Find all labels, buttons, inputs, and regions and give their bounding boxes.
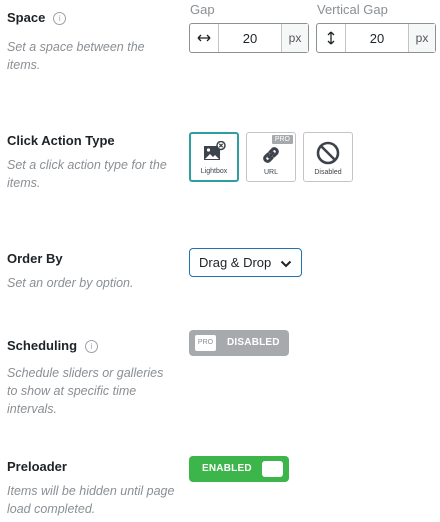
vertical-gap-input[interactable]: 20 px [316, 23, 436, 53]
order-by-selected: Drag & Drop [199, 255, 272, 270]
gap-unit: px [281, 24, 308, 52]
preloader-description: Items will be hidden until page load com… [7, 484, 175, 516]
vertical-arrows-icon [317, 24, 346, 52]
preloader-label: Preloader [7, 459, 67, 474]
space-label: Space i [7, 10, 67, 25]
preloader-state: ENABLED [202, 463, 252, 474]
preloader-toggle[interactable]: ENABLED [189, 456, 289, 482]
space-label-text: Space [7, 10, 46, 25]
scheduling-state: DISABLED [227, 337, 280, 348]
click-action-description: Set a click action type for the items. [7, 158, 167, 190]
toggle-knob [262, 461, 283, 477]
click-action-url[interactable]: PRO URL [246, 132, 296, 182]
vertical-gap-value[interactable]: 20 [346, 24, 408, 52]
click-action-disabled[interactable]: Disabled [303, 132, 353, 182]
vertical-gap-caption: Vertical Gap [317, 2, 388, 17]
order-by-label: Order By [7, 251, 63, 266]
link-icon [247, 144, 295, 166]
scheduling-label: Scheduling i [7, 338, 99, 353]
scheduling-description: Schedule sliders or galleries to show at… [7, 366, 164, 416]
info-icon[interactable]: i [85, 340, 99, 353]
click-action-lightbox[interactable]: Lightbox [189, 132, 239, 182]
info-icon[interactable]: i [53, 12, 67, 25]
vertical-gap-unit: px [408, 24, 435, 52]
pro-badge: PRO [195, 335, 216, 351]
order-by-description: Set an order by option. [7, 276, 134, 290]
gap-input[interactable]: 20 px [189, 23, 309, 53]
gap-value[interactable]: 20 [219, 24, 281, 52]
horizontal-arrows-icon [190, 24, 219, 52]
pro-badge: PRO [271, 135, 293, 144]
disabled-icon [304, 140, 352, 166]
lightbox-label: Lightbox [200, 168, 228, 175]
scheduling-label-text: Scheduling [7, 338, 78, 353]
lightbox-icon [191, 141, 237, 163]
space-description: Set a space between the items. [7, 40, 145, 72]
order-by-select[interactable]: Drag & Drop [189, 248, 302, 277]
scheduling-toggle[interactable]: PRO DISABLED [189, 330, 289, 356]
chevron-down-icon [280, 257, 292, 272]
url-label: URL [263, 169, 278, 176]
gap-caption: Gap [190, 2, 215, 17]
disabled-label: Disabled [314, 169, 342, 176]
click-action-label: Click Action Type [7, 133, 115, 148]
